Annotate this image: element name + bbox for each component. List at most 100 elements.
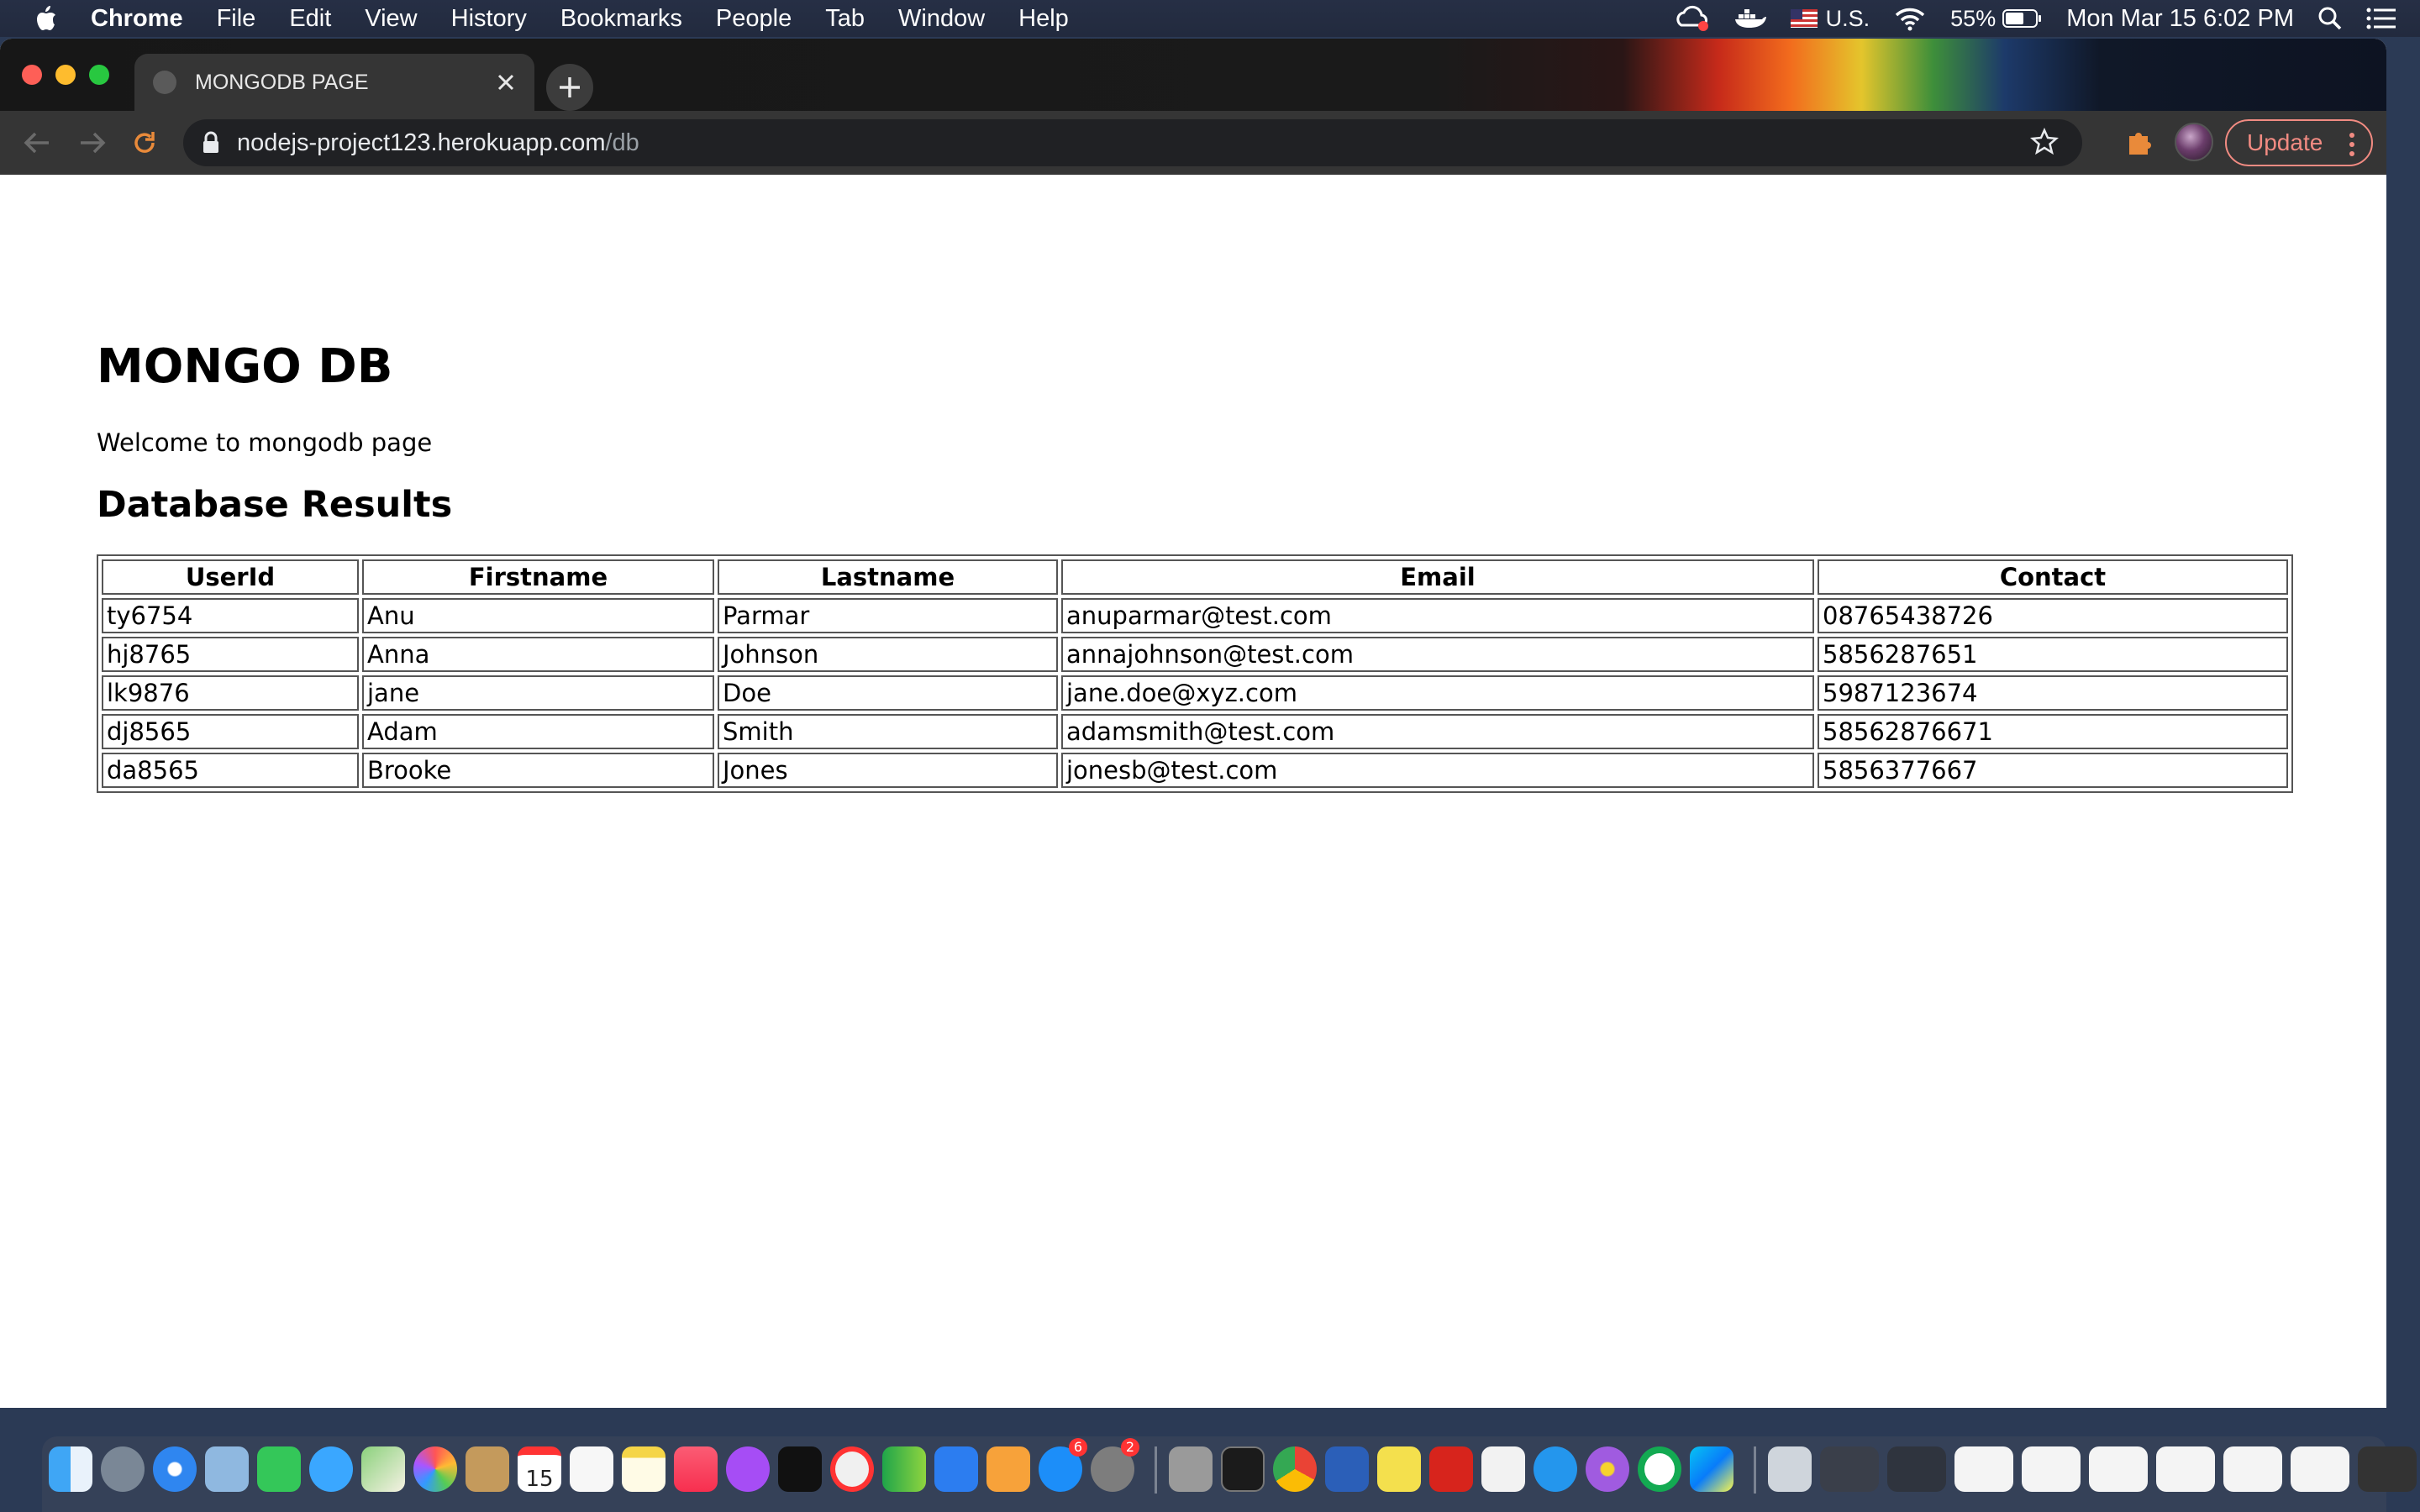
battery-percent[interactable]: 55% xyxy=(1950,6,1996,32)
notification-center-icon[interactable] xyxy=(2366,7,2396,30)
terminal-icon[interactable] xyxy=(1221,1446,1265,1492)
minimized-window-4[interactable] xyxy=(2022,1446,2081,1492)
apple-icon[interactable] xyxy=(34,5,57,32)
appstore-icon[interactable]: 6 xyxy=(1039,1438,1087,1492)
finder-icon[interactable] xyxy=(49,1446,92,1492)
minimized-window-6[interactable] xyxy=(2156,1446,2215,1492)
textedit-icon[interactable] xyxy=(1481,1446,1525,1492)
spotlight-search-icon[interactable] xyxy=(2317,6,2343,31)
cell-contact: 5856287651 xyxy=(1818,637,2288,672)
update-button[interactable]: Update xyxy=(2225,119,2373,166)
reload-icon xyxy=(134,132,155,153)
lock-icon[interactable] xyxy=(202,131,220,155)
menu-view[interactable]: View xyxy=(365,5,417,33)
profile-avatar[interactable] xyxy=(2175,123,2213,161)
input-source-label[interactable]: U.S. xyxy=(1826,6,1870,32)
tab-close-icon[interactable] xyxy=(489,66,523,99)
docker-icon[interactable] xyxy=(1534,1446,1577,1492)
cell-email: annajohnson@test.com xyxy=(1061,637,1814,672)
url-host: nodejs-project123.herokuapp.com xyxy=(237,129,606,156)
chrome-icon[interactable] xyxy=(1273,1446,1317,1492)
menu-window[interactable]: Window xyxy=(898,5,985,33)
keynote-icon[interactable] xyxy=(934,1446,978,1492)
clock[interactable]: Mon Mar 15 6:02 PM xyxy=(2066,5,2294,33)
acrobat-icon[interactable] xyxy=(1429,1446,1473,1492)
word-icon[interactable] xyxy=(1325,1446,1369,1492)
menu-history[interactable]: History xyxy=(451,5,527,33)
facetime-icon[interactable] xyxy=(257,1446,301,1492)
calendar-icon[interactable]: 15 xyxy=(518,1446,561,1492)
maps-icon[interactable] xyxy=(361,1446,405,1492)
menu-help[interactable]: Help xyxy=(1018,5,1069,33)
notes-icon[interactable] xyxy=(622,1446,666,1492)
globe-favicon-icon xyxy=(153,71,176,94)
window-minimize-button[interactable] xyxy=(55,65,76,85)
settings-icon[interactable]: 2 xyxy=(1091,1438,1139,1492)
creative-cloud-icon[interactable] xyxy=(1675,5,1710,32)
pages-icon[interactable] xyxy=(986,1446,1030,1492)
reminders-icon[interactable] xyxy=(570,1446,613,1492)
tab-mongodb-page[interactable]: MONGODB PAGE xyxy=(134,54,534,111)
stickies-icon[interactable] xyxy=(1377,1446,1421,1492)
cell-lastname: Parmar xyxy=(718,598,1058,633)
numbers-icon[interactable] xyxy=(882,1446,926,1492)
mongodb-compass-icon[interactable] xyxy=(1638,1446,1681,1492)
menu-app-chrome[interactable]: Chrome xyxy=(91,5,183,33)
menu-people[interactable]: People xyxy=(716,5,792,33)
cell-email: anuparmar@test.com xyxy=(1061,598,1814,633)
menu-bookmarks[interactable]: Bookmarks xyxy=(560,5,682,33)
minimized-window-5[interactable] xyxy=(2089,1446,2148,1492)
news-icon[interactable] xyxy=(830,1446,874,1492)
menu-file[interactable]: File xyxy=(217,5,256,33)
docker-status-icon[interactable] xyxy=(1733,6,1767,31)
forward-button[interactable] xyxy=(76,126,109,160)
minimized-window-7[interactable] xyxy=(2223,1446,2282,1492)
battery-icon[interactable] xyxy=(2002,8,2043,29)
browser-window: MONGODB PAGE nodejs-project123.herokuapp… xyxy=(0,39,2386,1408)
appstore-badge: 6 xyxy=(1069,1438,1087,1457)
cell-lastname: Doe xyxy=(718,675,1058,711)
us-flag-icon[interactable] xyxy=(1790,9,1818,28)
flower-icon[interactable] xyxy=(1586,1446,1629,1492)
minimized-window-2[interactable] xyxy=(1887,1446,1946,1492)
safari-icon[interactable] xyxy=(153,1446,197,1492)
minimized-window-1[interactable] xyxy=(1820,1446,1879,1492)
cell-firstname: jane xyxy=(362,675,714,711)
browser-toolbar: nodejs-project123.herokuapp.com/db Updat… xyxy=(0,111,2386,175)
messages-icon[interactable] xyxy=(309,1446,353,1492)
extensions-puzzle-icon[interactable] xyxy=(2124,126,2154,156)
new-tab-button[interactable] xyxy=(546,64,593,111)
cell-firstname: Adam xyxy=(362,714,714,749)
webstorm-icon[interactable] xyxy=(1690,1446,1733,1492)
tab-strip: MONGODB PAGE xyxy=(0,39,2386,111)
reload-button[interactable] xyxy=(128,126,161,160)
minimized-window-9[interactable] xyxy=(2358,1446,2417,1492)
window-zoom-button[interactable] xyxy=(89,65,109,85)
column-header-lastname: Lastname xyxy=(718,559,1058,595)
menu-edit[interactable]: Edit xyxy=(289,5,331,33)
cell-firstname: Brooke xyxy=(362,753,714,788)
launchpad-icon[interactable] xyxy=(101,1446,145,1492)
minimized-window-8[interactable] xyxy=(2291,1446,2349,1492)
cell-userid: ty6754 xyxy=(102,598,359,633)
minimized-window-3[interactable] xyxy=(1954,1446,2013,1492)
bookmark-star-icon[interactable] xyxy=(2030,128,2059,156)
tab-title: MONGODB PAGE xyxy=(195,70,369,94)
settings-badge: 2 xyxy=(1121,1438,1139,1457)
cell-userid: dj8565 xyxy=(102,714,359,749)
url-path: /db xyxy=(605,129,639,156)
back-button[interactable] xyxy=(20,126,54,160)
music-icon[interactable] xyxy=(674,1446,718,1492)
keychain-icon[interactable] xyxy=(1169,1446,1213,1492)
window-close-button[interactable] xyxy=(22,65,42,85)
photos-icon[interactable] xyxy=(413,1446,457,1492)
contacts-icon[interactable] xyxy=(466,1446,509,1492)
downloads-icon[interactable] xyxy=(1768,1446,1812,1492)
address-bar[interactable]: nodejs-project123.herokuapp.com/db xyxy=(183,119,2082,166)
tv-icon[interactable] xyxy=(778,1446,822,1492)
menu-tab[interactable]: Tab xyxy=(825,5,865,33)
mail-icon[interactable] xyxy=(205,1446,249,1492)
podcasts-icon[interactable] xyxy=(726,1446,770,1492)
wifi-icon[interactable] xyxy=(1893,6,1927,31)
column-header-firstname: Firstname xyxy=(362,559,714,595)
